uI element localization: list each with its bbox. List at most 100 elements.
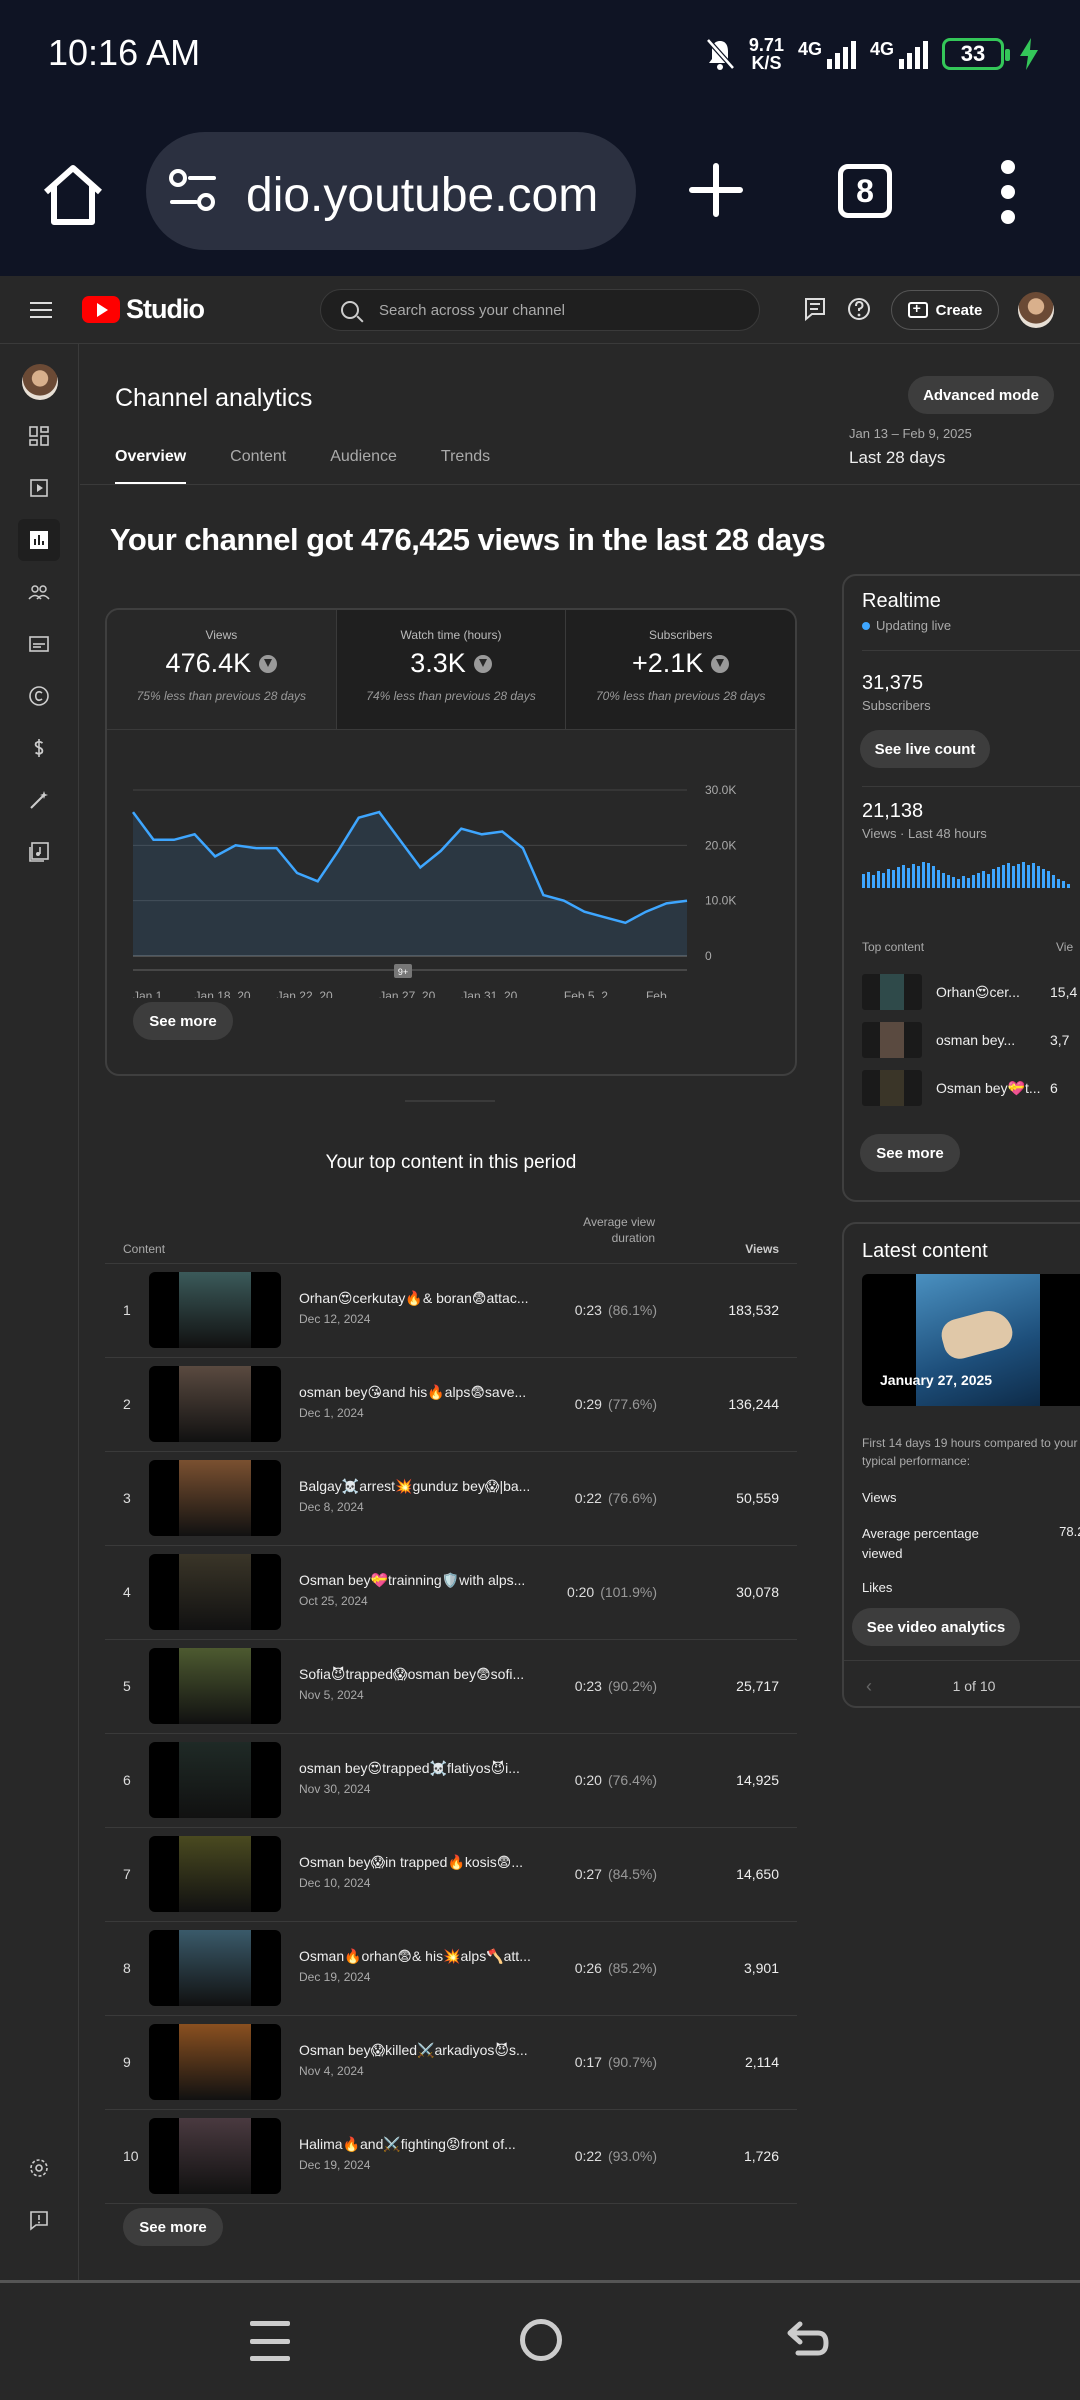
video-views: 3,901 [743,1960,779,1976]
video-title[interactable]: Orhan😍cerkutay🔥& boran😨attac... [299,1290,537,1307]
tab-overview[interactable]: Overview [115,448,187,485]
analytics-icon[interactable] [18,519,60,561]
realtime-bar [1037,866,1040,888]
latest-video-thumbnail[interactable]: January 27, 2025 [862,1274,1080,1406]
see-video-analytics-button[interactable]: See video analytics [852,1608,1020,1646]
url-text: dio.youtube.com [246,169,599,222]
video-title[interactable]: Osman bey😱in trapped🔥kosis😨... [299,1854,537,1871]
video-title[interactable]: Balgay☠️arrest💥gunduz bey😱|ba... [299,1478,537,1495]
metric-subscribers[interactable]: Subscribers +2.1K 70% less than previous… [566,610,795,729]
avatar[interactable] [1018,292,1054,328]
web-viewport: Studio Search across your channel Create [0,276,1080,2280]
see-live-count-button[interactable]: See live count [860,730,990,768]
realtime-top-item[interactable]: osman bey... 3,7 [862,1022,1080,1058]
avg-view-duration: 0:20 (76.4%) [537,1772,657,1788]
address-bar[interactable]: dio.youtube.com [146,132,636,250]
subtitles-icon[interactable] [18,623,60,665]
video-thumbnail[interactable] [149,1460,281,1536]
realtime-bar [997,867,1000,888]
table-row[interactable]: 10 Halima🔥and⚔️fighting😡front of... Dec 19… [105,2110,797,2204]
channel-avatar[interactable] [22,364,58,400]
site-settings-icon[interactable] [168,168,218,214]
tab-switcher-button[interactable]: 8 [838,164,892,218]
help-icon[interactable] [846,296,872,322]
browser-toolbar: dio.youtube.com 8 [0,110,1080,276]
video-thumbnail[interactable] [149,1836,281,1912]
views-headline: Your channel got 476,425 views in the la… [110,522,826,557]
browser-menu-icon[interactable] [998,160,1018,224]
see-more-top-content-button[interactable]: See more [123,2208,223,2246]
comments-icon[interactable] [802,296,828,322]
realtime-top-item[interactable]: Orhan😍cer... 15,4 [862,974,1080,1010]
hamburger-menu-icon[interactable] [30,302,52,318]
video-date: Nov 4, 2024 [299,2064,364,2078]
views-chart[interactable]: 30.0K 20.0K 10.0K 0 9+ Jan 1... Jan 18, 20... J… [107,758,797,998]
video-title[interactable]: Sofia😈trapped😱osman bey😨sofi... [299,1666,537,1683]
search-input[interactable]: Search across your channel [320,289,760,331]
charging-icon [1020,38,1038,70]
table-row[interactable]: 5 Sofia😈trapped😱osman bey😨sofi... Nov 5, 2… [105,1640,797,1734]
video-thumbnail[interactable] [149,1648,281,1724]
table-row[interactable]: 6 osman bey😍trapped☠️flatiyos😈i... Nov 30,… [105,1734,797,1828]
video-thumbnail[interactable] [149,1554,281,1630]
realtime-bar-chart[interactable] [862,848,1070,888]
customization-icon[interactable] [18,779,60,821]
content-icon[interactable] [18,467,60,509]
metric-views[interactable]: Views 476.4K 75% less than previous 28 d… [107,610,337,729]
video-title[interactable]: Osman bey💝trainning🛡️with alps... [299,1572,537,1589]
realtime-item-views: 3,7 [1050,1032,1070,1048]
feedback-icon[interactable] [18,2199,60,2241]
back-icon[interactable] [784,2319,830,2365]
video-title[interactable]: Osman bey😱killed⚔️arkadiyos😈s... [299,2042,537,2059]
column-views[interactable]: Views [745,1242,779,1256]
dashboard-icon[interactable] [18,415,60,457]
home-circle-icon[interactable] [520,2319,562,2361]
table-row[interactable]: 3 Balgay☠️arrest💥gunduz bey😱|ba... Dec 8, … [105,1452,797,1546]
video-title[interactable]: osman bey😘and his🔥alps😨save... [299,1384,537,1401]
period-selector[interactable]: Last 28 days [849,448,945,468]
table-row[interactable]: 8 Osman🔥orhan😨& his💥alps🪓att... Dec 19, 20… [105,1922,797,2016]
date-range[interactable]: Jan 13 – Feb 9, 2025 [849,426,972,441]
video-thumbnail[interactable] [149,2024,281,2100]
new-tab-icon[interactable] [686,160,746,220]
video-thumbnail[interactable] [149,2118,281,2194]
video-thumbnail[interactable] [149,1366,281,1442]
video-title[interactable]: osman bey😍trapped☠️flatiyos😈i... [299,1760,537,1777]
video-title[interactable]: Osman🔥orhan😨& his💥alps🪓att... [299,1948,537,1965]
advanced-mode-button[interactable]: Advanced mode [908,376,1054,414]
tab-audience[interactable]: Audience [330,448,397,485]
create-button[interactable]: Create [891,290,999,330]
audio-library-icon[interactable] [18,831,60,873]
home-icon[interactable] [38,160,108,230]
tab-trends[interactable]: Trends [441,448,490,485]
recent-apps-icon[interactable] [250,2321,290,2361]
see-more-realtime-button[interactable]: See more [860,1134,960,1172]
realtime-bar [1002,865,1005,888]
community-icon[interactable] [18,571,60,613]
earn-icon[interactable] [18,727,60,769]
metric-watch-time[interactable]: Watch time (hours) 3.3K 74% less than pr… [336,610,567,729]
table-row[interactable]: 7 Osman bey😱in trapped🔥kosis😨... Dec 10, 2… [105,1828,797,1922]
table-row[interactable]: 1 Orhan😍cerkutay🔥& boran😨attac... Dec 12, … [105,1264,797,1358]
see-more-button[interactable]: See more [133,1002,233,1040]
copyright-icon[interactable] [18,675,60,717]
video-thumbnail[interactable] [149,1272,281,1348]
status-bar: 10:16 AM 9.71 K/S 4G 4G 33 [0,0,1080,110]
settings-icon[interactable] [18,2147,60,2189]
table-row[interactable]: 4 Osman bey💝trainning🛡️with alps... Oct 25… [105,1546,797,1640]
video-thumbnail[interactable] [149,1930,281,2006]
avd-time: 0:23 [574,1302,602,1318]
row-rank: 4 [123,1584,131,1600]
tab-content[interactable]: Content [230,448,286,485]
studio-logo[interactable]: Studio [82,294,205,325]
chevron-left-icon[interactable]: ‹ [866,1661,872,1706]
video-views: 2,114 [745,2054,779,2070]
live-dot-icon [862,621,870,630]
video-thumbnail[interactable] [149,1742,281,1818]
table-row[interactable]: 2 osman bey😘and his🔥alps😨save... Dec 1, 20… [105,1358,797,1452]
realtime-bar [1052,875,1055,888]
realtime-top-item[interactable]: Osman bey💝t... 6 [862,1070,1080,1106]
video-title[interactable]: Halima🔥and⚔️fighting😡front of... [299,2136,537,2153]
table-row[interactable]: 9 Osman bey😱killed⚔️arkadiyos😈s... Nov 4, … [105,2016,797,2110]
section-divider [405,1100,495,1102]
